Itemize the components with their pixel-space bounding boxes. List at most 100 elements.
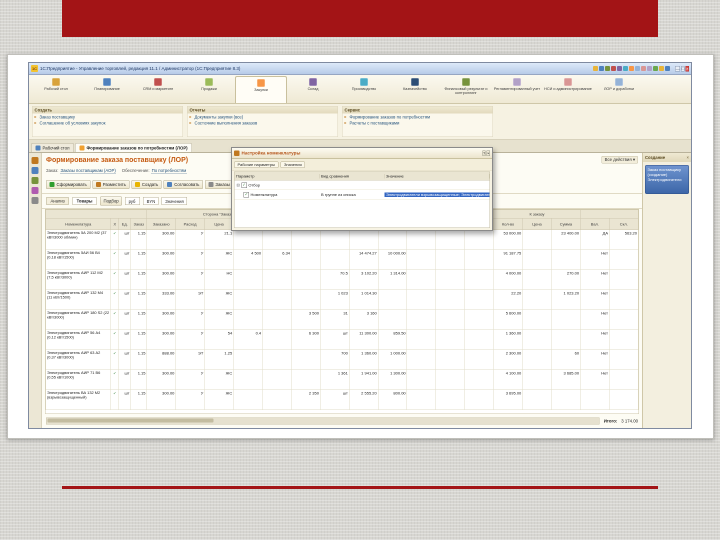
table-cell: шт [118,229,131,250]
history-icon[interactable] [31,167,39,174]
horizontal-scrollbar[interactable] [46,417,600,425]
ribbon-section-12[interactable]: ЛОР и доработки [594,76,644,103]
table-cell: 54 [204,329,234,350]
command-button-1[interactable]: Сформировать [46,180,91,189]
help-button[interactable]: ? [482,150,486,156]
redo-icon[interactable] [641,66,647,71]
table-cell: ✓ [110,289,119,310]
ribbon-section-7[interactable]: Производство [339,76,389,103]
table-row[interactable]: Электродвигатель 5А 200 М2 (37 кВт/3000 … [45,229,639,250]
minimize-button[interactable]: — [675,65,681,72]
command-button-3[interactable]: Создать [131,180,162,189]
table-column-header: Кол-во [493,218,523,230]
ribbon-section-4[interactable]: Продажи [184,76,234,103]
popup-value-cell[interactable]: Электродвигатели взрывозащищенные; Элект… [384,192,490,197]
view-tab-2[interactable]: Товары [72,197,97,205]
ribbon-section-9[interactable]: Финансовый результат и контроллинг [441,76,491,103]
table-cell: Нет [580,269,610,290]
picker-button[interactable]: Подбор [99,196,123,206]
table-cell: 3 160 [348,309,379,330]
print-icon[interactable] [611,66,617,71]
command-button-4[interactable]: Согласовать [163,180,203,189]
popup-toolbar-button-1[interactable]: Рабочие параметры [234,161,279,168]
table-column-header: Цена [204,218,234,230]
picker-field-3[interactable]: Значения [161,197,188,205]
undo-icon[interactable] [635,66,641,71]
table-row[interactable]: Электродвигатель АИР 56 А4 (0,12 кВт/150… [45,329,639,350]
ribbon-section-label: Регламентированный учет [493,87,541,91]
picker-field-1[interactable]: руб [125,197,141,205]
tree-expander-icon[interactable]: ⊟ [237,183,240,188]
app-logo-icon: 1С [31,65,38,72]
calc-icon[interactable] [653,66,659,71]
view-tab-1[interactable]: Анализ [46,197,70,205]
picker-field-2[interactable]: BYN [143,197,159,205]
nav-link[interactable]: Соглашение об условиях закупок [33,120,183,126]
nav-link[interactable]: Расчеты с поставщиками [343,120,493,126]
popup-filter-row[interactable]: ✓ Номенклатура В группе из списка Электродв… [234,190,490,200]
screenshot-panel: 1С 1С:Предприятие - Управление торговлей… [7,54,714,439]
table-cell: 0.4 [233,329,263,350]
table-cell [609,329,639,350]
nav-link[interactable]: Состояние выполнения заказов [188,120,338,126]
table-cell: 70.5 [319,269,350,290]
table-cell [522,229,552,250]
orders-icon [208,182,214,187]
table-row[interactable]: Электродвигатель АИР 180 S2 (22 кВт/3000… [45,309,639,330]
popup-toolbar-button-2[interactable]: Значения [280,161,306,168]
ribbon-section-5[interactable]: Закупки [235,76,287,103]
checkbox-icon[interactable]: ✓ [241,182,247,188]
maximize-button[interactable]: □ [681,65,685,72]
table-cell: 2 350 [291,389,321,410]
creation-card[interactable]: Заказ поставщику (создание) Электродвигате… [645,165,689,194]
copy-icon[interactable] [623,66,629,71]
open-icon[interactable] [599,66,605,71]
table-cell: У [175,249,205,270]
nav-group-title: Отчеты [187,106,338,114]
ribbon-section-1[interactable]: Рабочий стол [31,76,81,103]
accounting-icon [513,78,521,86]
ribbon-section-11[interactable]: НСИ и администрирование [543,76,593,103]
ribbon-section-10[interactable]: Регламентированный учет [492,76,542,103]
popup-close-button[interactable]: × [486,150,490,156]
home-icon [35,145,41,151]
ribbon-section-2[interactable]: Планирование [82,76,132,103]
table-cell: У [175,269,205,290]
doc-tab-1[interactable]: Рабочий стол [31,143,74,152]
calendar-icon[interactable] [659,66,665,71]
checkbox-icon[interactable]: ✓ [243,191,249,198]
table-row[interactable]: Электродвигатель АИР 63 А2 (0,37 кВт/300… [45,349,639,370]
doc-tab-2[interactable]: Формирование заказов по потребностям (ЛО… [74,143,193,152]
table-row[interactable]: Электродвигатель АИР 112 М2 (7,5 кВт/300… [45,269,639,290]
save-icon[interactable] [605,66,611,71]
filter-value[interactable]: Заказы поставщикам (АОР) [60,168,116,174]
preview-icon[interactable] [617,66,623,71]
table-row[interactable]: Электродвигатель 5АИ 56 В4 (0,18 кВт/150… [45,249,639,270]
ribbon-section-3[interactable]: CRM и маркетинг [133,76,183,103]
table-cell: 4 500 [233,249,263,270]
command-button-2[interactable]: Разместить [92,180,130,189]
ribbon-section-8[interactable]: Казначейство [390,76,440,103]
paste-icon[interactable] [629,66,635,71]
table-cell: Нет [580,369,610,390]
refresh-icon[interactable] [31,197,39,204]
new-icon[interactable] [593,66,599,71]
table-row[interactable]: Электродвигатель ВА 132 М2 (взрывозащище… [45,389,639,410]
table-cell: шт [118,269,131,290]
filter-icon[interactable] [31,187,39,194]
filter-value[interactable]: По потребностям [151,168,187,174]
all-actions-button[interactable]: Все действия ▾ [601,155,638,164]
table-cell: У [175,309,205,330]
table-column-header: Х [110,218,119,230]
close-button[interactable]: × [685,65,689,72]
find-icon[interactable] [647,66,653,71]
help-icon[interactable] [665,66,671,71]
settings-icon[interactable] [31,177,39,184]
table-row[interactable]: Электродвигатель АИР 71 В6 (0,55 кВт/100… [45,369,639,390]
ribbon-section-6[interactable]: Склад [288,76,338,103]
popup-filter-row[interactable]: ⊟ ✓ Отбор [234,181,490,190]
scrollbar-thumb[interactable] [47,418,214,423]
side-panel-close-button[interactable]: × [687,155,689,160]
bookmark-icon[interactable] [31,157,39,164]
table-row[interactable]: Электродвигатель АИР 132 М4 (11 кВт/1500… [45,289,639,310]
